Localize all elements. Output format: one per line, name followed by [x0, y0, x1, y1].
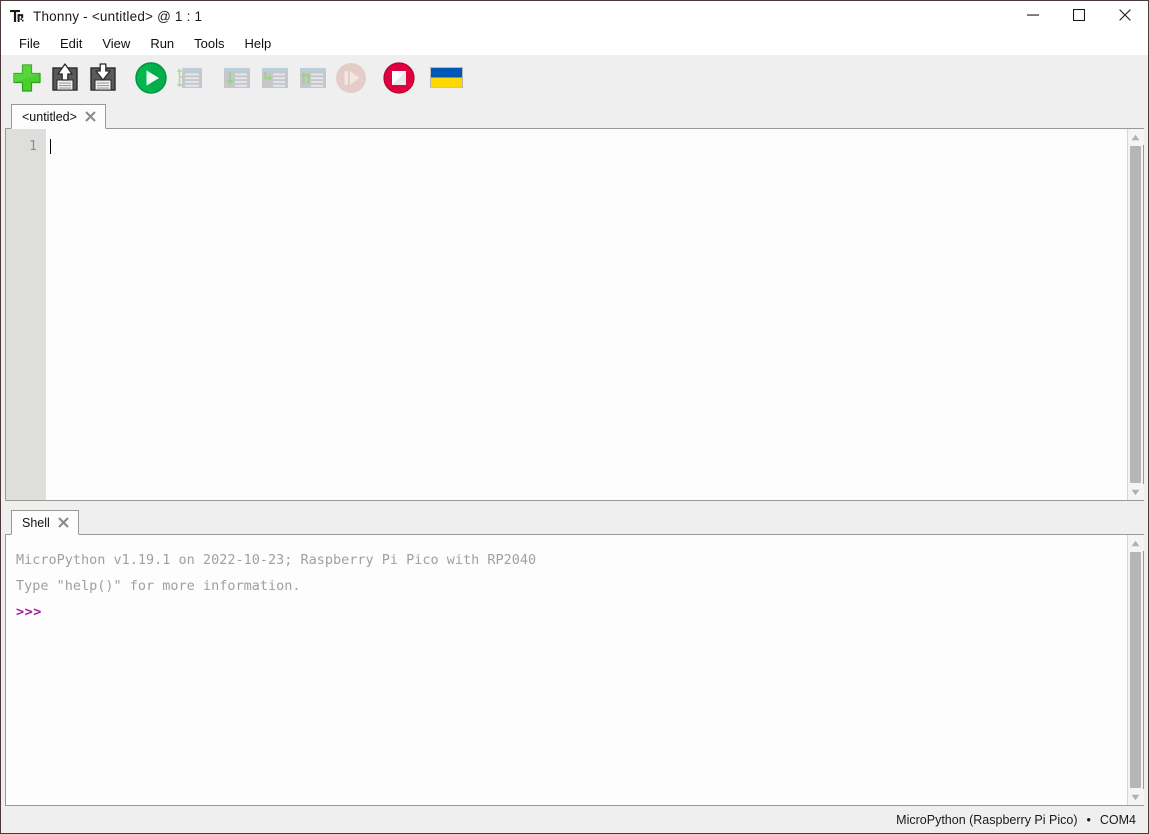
- shell-tabstrip: Shell: [5, 509, 1144, 535]
- scroll-up-arrow-icon[interactable]: [1127, 129, 1144, 145]
- scroll-down-arrow-icon[interactable]: [1127, 789, 1144, 805]
- maximize-button[interactable]: [1056, 1, 1102, 31]
- floppy-up-arrow-icon: [49, 62, 81, 97]
- text-caret: [50, 139, 51, 154]
- close-tab-icon[interactable]: [84, 110, 97, 123]
- shell-output[interactable]: MicroPython v1.19.1 on 2022-10-23; Raspb…: [6, 535, 1127, 805]
- step-into-button[interactable]: [256, 59, 294, 99]
- shell-scroll-thumb[interactable]: [1130, 552, 1141, 788]
- step-out-button[interactable]: [294, 59, 332, 99]
- menu-item-file[interactable]: File: [9, 34, 50, 53]
- open-file-button[interactable]: [46, 59, 84, 99]
- thonny-logo-icon: [8, 7, 26, 25]
- shell-pane: Shell MicroPython v1.19.1 on 2022-10-23;…: [5, 509, 1144, 806]
- code-line: [50, 137, 1127, 156]
- toolbar-separator-1: [122, 59, 132, 99]
- status-interpreter[interactable]: MicroPython (Raspberry Pi Pico): [896, 813, 1077, 827]
- step-out-icon: [297, 62, 329, 97]
- status-port[interactable]: COM4: [1100, 813, 1136, 827]
- toolbar-separator-2: [208, 59, 218, 99]
- editor-tab-label: <untitled>: [22, 109, 77, 124]
- debug-step-icon: [173, 62, 205, 97]
- shell-line: Type "help()" for more information.: [16, 578, 301, 594]
- shell-prompt: >>>: [16, 604, 42, 620]
- status-separator: •: [1086, 812, 1091, 827]
- editor-scroll-thumb[interactable]: [1130, 146, 1141, 483]
- ukraine-flag-button[interactable]: [428, 59, 466, 99]
- stop-button[interactable]: [380, 59, 418, 99]
- editor-tabstrip: <untitled>: [5, 103, 1144, 129]
- shell-vertical-scrollbar[interactable]: [1127, 535, 1144, 805]
- main-content: <untitled> 1 Shell MicroPython v1.19.1 o…: [1, 103, 1148, 806]
- resume-button[interactable]: [332, 59, 370, 99]
- shell-tab[interactable]: Shell: [11, 510, 79, 535]
- menu-item-edit[interactable]: Edit: [50, 34, 92, 53]
- minimize-icon: [1027, 9, 1039, 24]
- close-icon: [1119, 8, 1131, 24]
- window-title: Thonny - <untitled> @ 1 : 1: [33, 8, 203, 24]
- menu-item-run[interactable]: Run: [140, 34, 184, 53]
- step-over-button[interactable]: [218, 59, 256, 99]
- save-file-button[interactable]: [84, 59, 122, 99]
- run-button[interactable]: [132, 59, 170, 99]
- toolbar-separator-4: [418, 59, 428, 99]
- step-into-icon: [259, 62, 291, 97]
- new-file-button[interactable]: [8, 59, 46, 99]
- resume-circle-icon: [334, 61, 368, 98]
- menu-item-tools[interactable]: Tools: [184, 34, 234, 53]
- window-controls: [1010, 1, 1148, 31]
- editor-tab-untitled[interactable]: <untitled>: [11, 104, 106, 129]
- play-circle-icon: [134, 61, 168, 98]
- editor-pane: <untitled> 1: [5, 103, 1144, 501]
- scroll-up-arrow-icon[interactable]: [1127, 535, 1144, 551]
- close-button[interactable]: [1102, 1, 1148, 31]
- plus-icon: [11, 62, 43, 97]
- status-bar: MicroPython (Raspberry Pi Pico) • COM4: [1, 806, 1148, 833]
- menu-item-help[interactable]: Help: [235, 34, 282, 53]
- scroll-down-arrow-icon[interactable]: [1127, 484, 1144, 500]
- line-number: 1: [29, 139, 37, 154]
- editor-vertical-scrollbar[interactable]: [1127, 129, 1144, 500]
- stop-circle-icon: [382, 61, 416, 98]
- ukraine-flag-icon: [430, 66, 464, 93]
- debug-button[interactable]: [170, 59, 208, 99]
- step-over-icon: [221, 62, 253, 97]
- toolbar-separator-3: [370, 59, 380, 99]
- floppy-down-arrow-icon: [87, 62, 119, 97]
- toolbar: [1, 55, 1148, 103]
- editor-body: 1: [5, 129, 1144, 501]
- menu-item-view[interactable]: View: [92, 34, 140, 53]
- minimize-button[interactable]: [1010, 1, 1056, 31]
- title-bar: Thonny - <untitled> @ 1 : 1: [1, 1, 1148, 31]
- shell-line: MicroPython v1.19.1 on 2022-10-23; Raspb…: [16, 552, 537, 568]
- editor-line-numbers: 1: [6, 129, 46, 500]
- menu-bar: File Edit View Run Tools Help: [1, 31, 1148, 55]
- code-editor[interactable]: [46, 129, 1127, 500]
- shell-tab-label: Shell: [22, 515, 50, 530]
- maximize-icon: [1072, 8, 1086, 24]
- pane-splitter[interactable]: [5, 501, 1144, 509]
- thonny-main-window: Thonny - <untitled> @ 1 : 1 File Edit Vi…: [0, 0, 1149, 834]
- close-tab-icon[interactable]: [57, 516, 70, 529]
- shell-body: MicroPython v1.19.1 on 2022-10-23; Raspb…: [5, 535, 1144, 806]
